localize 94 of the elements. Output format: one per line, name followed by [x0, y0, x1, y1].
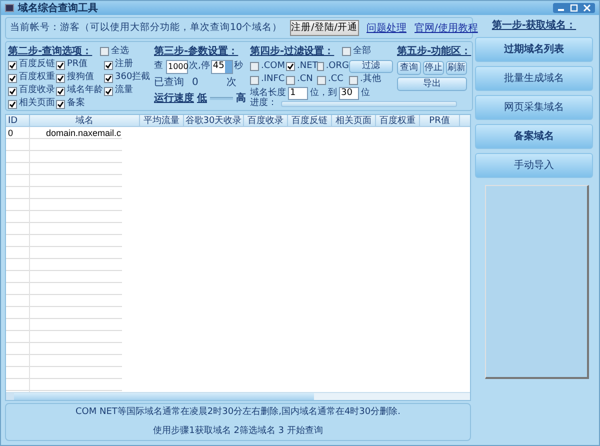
action-button[interactable]: 刷新	[446, 61, 467, 75]
sidebar-button[interactable]: 过期域名列表	[475, 37, 593, 62]
length-to-field[interactable]: 30	[339, 87, 359, 100]
checkbox-label: 注册	[115, 58, 133, 72]
checkbox[interactable]	[100, 47, 110, 56]
checkbox-label: .COM	[261, 60, 285, 73]
length-to-label: 位，到	[310, 87, 337, 100]
column-header[interactable]: ID	[6, 115, 30, 126]
maximize-icon	[568, 4, 580, 12]
checkbox[interactable]	[8, 100, 17, 108]
action-button[interactable]: 查询	[397, 61, 421, 75]
tutorial-link[interactable]: 官网/使用教程	[414, 20, 478, 36]
note-text: COM NET等国际域名通常在凌晨2时30分左右删除,国内域名通常在4时30分删除.	[76, 406, 400, 419]
step-title: 第三步-参数设置：	[154, 44, 240, 59]
checkbox-label: PR值	[67, 58, 88, 72]
checkbox-label: .CC	[328, 73, 344, 86]
window-title: 域名综合查询工具	[18, 2, 98, 16]
sidebar-button[interactable]: 备案域名	[475, 124, 593, 149]
pause-label: 次,停	[189, 60, 210, 74]
sidebar-button[interactable]: 批量生成域名	[475, 66, 593, 91]
app-icon	[5, 4, 14, 12]
close-icon	[581, 4, 593, 12]
checkbox[interactable]	[104, 60, 113, 70]
query-count-field[interactable]: 1000	[166, 60, 188, 74]
pause-select[interactable]: 45	[210, 60, 233, 74]
length-label: 域名长度	[250, 87, 286, 98]
checkbox-label: 360拦截	[115, 71, 150, 84]
note-text: 使用步骤1获取域名 2筛选域名 3 开始查询	[153, 424, 323, 438]
column-header[interactable]: 百度反链	[288, 115, 332, 126]
column-header[interactable]: 谷歌30天收录	[184, 115, 244, 126]
queried-label: 已查询	[154, 76, 184, 90]
table-cell-text: 0	[7, 127, 14, 139]
checkbox[interactable]	[342, 47, 352, 56]
step-title: 第四步-过滤设置：	[250, 44, 334, 59]
checkbox[interactable]	[104, 74, 113, 82]
seconds-label: 秒	[234, 60, 243, 74]
sidebar-title: 第一步-获取域名：	[492, 18, 576, 33]
window-controls[interactable]	[553, 3, 595, 13]
checkbox[interactable]	[56, 86, 65, 96]
checkbox-label: 百度收录	[19, 84, 55, 98]
checkbox-label: 搜狗值	[67, 71, 94, 84]
action-button[interactable]: 停止	[423, 61, 444, 75]
sidebar-button[interactable]: 手动导入	[475, 153, 593, 178]
account-info: 当前帐号：游客（可以使用大部分功能，单次查询10个域名）	[10, 20, 282, 35]
checkbox[interactable]	[8, 74, 17, 82]
progress-label: 进度：	[250, 97, 277, 110]
checkbox[interactable]	[56, 74, 65, 82]
checkbox[interactable]	[250, 62, 259, 71]
column-header[interactable]: 平均流量	[140, 115, 184, 126]
checkbox[interactable]	[317, 62, 324, 71]
register-button[interactable]: 注册/登陆/开通	[290, 20, 358, 36]
checkbox-label: 域名年龄	[67, 84, 103, 97]
checkbox-label: .ORG	[326, 60, 349, 73]
checkbox[interactable]	[56, 60, 65, 70]
queried-count: 0	[192, 76, 198, 90]
table-cell-text: domain.naxemail.c	[45, 127, 122, 139]
length-unit: 位	[361, 87, 370, 100]
query-label: 查	[154, 60, 163, 74]
column-header[interactable]: 相关页面	[332, 115, 376, 126]
checkbox-label: 备案	[67, 97, 85, 110]
checkbox-label: 百度权重	[19, 71, 55, 84]
checkbox[interactable]	[286, 76, 295, 84]
length-from-field[interactable]: 1	[288, 87, 308, 100]
checkbox-label: 全部	[353, 44, 372, 58]
column-header[interactable]: 域名	[30, 115, 140, 126]
step-title: 第二步-查询选项：	[8, 44, 92, 58]
column-header[interactable]: 百度权重	[376, 115, 420, 126]
filter-button[interactable]: 过滤	[349, 60, 393, 73]
checkbox[interactable]	[8, 60, 17, 70]
step-title: 第五步-功能区：	[397, 44, 469, 59]
speed-low-label: 低	[197, 92, 207, 106]
checkbox-label: 流量	[115, 84, 133, 98]
column-header[interactable]: PR值	[420, 115, 460, 126]
checkbox-label: 相关页面	[19, 97, 55, 110]
checkbox-label: .其他	[360, 73, 381, 86]
checkbox-label: 百度反链	[19, 58, 55, 72]
checkbox-label: .INFC	[261, 73, 285, 86]
column-header[interactable]: 百度收录	[244, 115, 288, 126]
help-link[interactable]: 问题处理	[366, 20, 406, 36]
checkbox-label: .CN	[297, 73, 313, 86]
checkbox[interactable]	[250, 76, 259, 84]
queried-unit: 次	[226, 76, 236, 90]
checkbox-label: 全选	[111, 44, 130, 58]
checkbox[interactable]	[104, 86, 113, 96]
sidebar-button[interactable]: 网页采集域名	[475, 95, 593, 120]
speed-label: 运行速度	[154, 91, 194, 106]
checkbox[interactable]	[286, 62, 295, 71]
checkbox[interactable]	[317, 76, 326, 84]
speed-high-label: 高	[236, 91, 246, 106]
checkbox[interactable]	[56, 100, 65, 108]
checkbox[interactable]	[8, 86, 17, 96]
checkbox[interactable]	[349, 76, 358, 84]
export-button[interactable]: 导出	[397, 77, 467, 91]
horizontal-scrollbar[interactable]	[6, 392, 470, 400]
